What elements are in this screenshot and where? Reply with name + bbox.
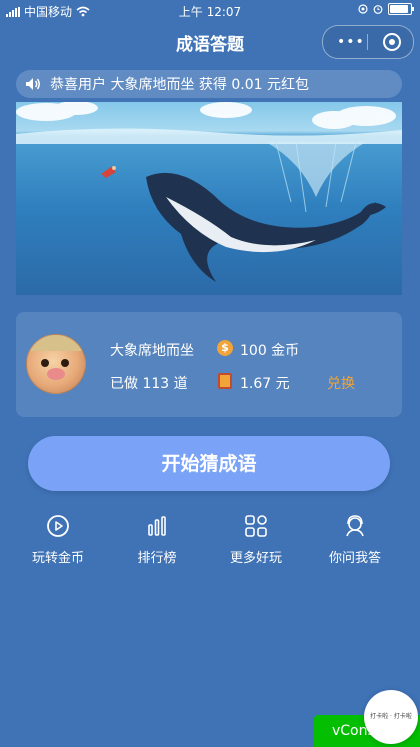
avatar-eye-right <box>61 359 69 367</box>
avatar[interactable] <box>26 334 86 394</box>
start-game-button[interactable]: 开始猜成语 <box>28 436 390 491</box>
status-time: 上午 12:07 <box>178 5 242 19</box>
mini-program-capsule[interactable]: ••• <box>322 25 414 59</box>
menu-item-ranking[interactable]: 排行榜 <box>117 513 197 566</box>
play-circle-icon <box>47 515 69 537</box>
menu-item-qa[interactable]: 你问我答 <box>315 513 395 566</box>
cash-icon <box>218 373 232 389</box>
alarm-icon <box>373 5 383 14</box>
capsule-divider <box>367 34 368 50</box>
profile-card: 大象席地而坐 已做 113 道 $ 100 金币 1.67 元 兑换 <box>16 312 402 417</box>
bar-chart-icon <box>148 516 166 536</box>
menu-item-label: 排行榜 <box>137 551 177 566</box>
status-bar: 中国移动 上午 12:07 <box>0 0 420 22</box>
menu-item-label: 你问我答 <box>328 551 381 566</box>
avatar-cap <box>27 335 85 351</box>
support-agent-icon <box>346 515 364 537</box>
user-name: 大象席地而坐 <box>110 343 194 359</box>
answered-count: 已做 113 道 <box>110 376 188 392</box>
whale-banner-image <box>16 102 402 295</box>
battery-icon <box>388 3 414 15</box>
status-right <box>358 3 414 15</box>
exchange-link[interactable]: 兑换 <box>327 373 355 393</box>
coin-icon: $ <box>217 340 233 356</box>
coin-balance: 100 金币 <box>240 343 300 359</box>
speaker-icon <box>26 78 40 90</box>
avatar-nose <box>47 368 65 380</box>
location-icon <box>358 4 368 14</box>
menu-item-more-games[interactable]: 更多好玩 <box>216 513 296 566</box>
menu-item-coins[interactable]: 玩转金币 <box>18 513 98 566</box>
menu-item-label: 玩转金币 <box>31 551 84 566</box>
avatar-eye-left <box>41 359 49 367</box>
close-target-icon[interactable] <box>383 33 401 51</box>
more-icon[interactable]: ••• <box>337 35 365 49</box>
floating-bubble[interactable]: 打卡啦 · 打卡啦 <box>364 690 418 744</box>
whale-illustration <box>16 102 402 282</box>
notice-bar: 恭喜用户 大象席地而坐 获得 0.01 元红包 <box>16 70 402 98</box>
cash-balance: 1.67 元 <box>240 376 290 392</box>
notice-text: 恭喜用户 大象席地而坐 获得 0.01 元红包 <box>50 77 309 93</box>
menu-item-label: 更多好玩 <box>229 551 282 566</box>
grid-icon <box>245 515 267 537</box>
